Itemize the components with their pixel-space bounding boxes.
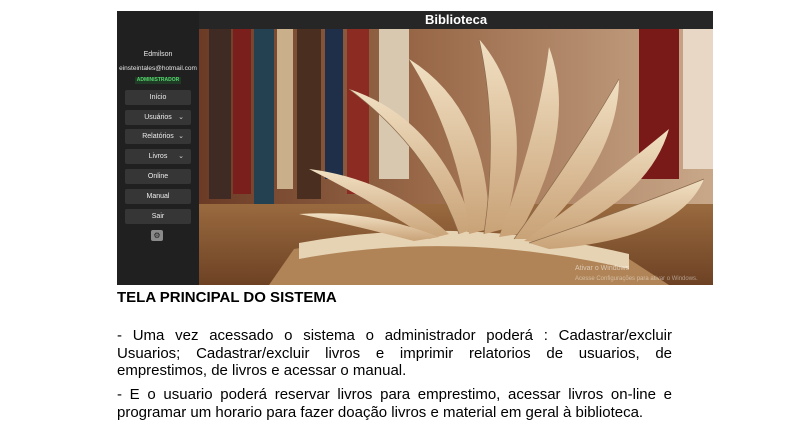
document-paragraph-user: - E o usuario poderá reservar livros par… xyxy=(117,386,672,421)
sidebar: Edmilson einsteintales@hotmail.com ADMIN… xyxy=(117,11,199,285)
chevron-down-icon: ⌄ xyxy=(178,153,184,160)
user-email: einsteintales@hotmail.com xyxy=(119,65,197,72)
menu-label: Online xyxy=(147,173,169,180)
menu-sair-button[interactable]: Sair xyxy=(125,209,191,224)
gear-icon[interactable]: ⚙ xyxy=(151,230,163,241)
menu-label: Início xyxy=(149,94,167,101)
menu-inicio-button[interactable]: Início xyxy=(125,90,191,105)
app-screenshot: Edmilson einsteintales@hotmail.com ADMIN… xyxy=(117,11,713,285)
menu-relatorios-button[interactable]: Relatórios ⌄ xyxy=(125,129,191,144)
menu-label: Usuários xyxy=(144,114,172,121)
menu-label: Relatórios xyxy=(142,133,174,140)
user-name: Edmilson xyxy=(143,51,173,58)
menu-label: Sair xyxy=(151,213,165,220)
menu-label: Manual xyxy=(146,193,170,200)
page-title: Biblioteca xyxy=(199,11,713,29)
chevron-down-icon: ⌄ xyxy=(178,133,184,140)
chevron-down-icon: ⌄ xyxy=(178,114,184,121)
book-hero-image xyxy=(199,29,713,285)
menu-usuarios-button[interactable]: Usuários ⌄ xyxy=(125,110,191,125)
role-badge: ADMINISTRADOR xyxy=(135,77,181,84)
activation-watermark-text: Acesse Configurações para ativar o Windo… xyxy=(575,276,698,282)
document-heading: TELA PRINCIPAL DO SISTEMA xyxy=(117,289,337,306)
activation-watermark-title: Ativar o Windows xyxy=(575,265,630,272)
menu-manual-button[interactable]: Manual xyxy=(125,189,191,204)
menu-label: Livros xyxy=(148,153,168,160)
document-paragraph-admin: - Uma vez acessado o sistema o administr… xyxy=(117,327,672,379)
menu-livros-button[interactable]: Livros ⌄ xyxy=(125,149,191,164)
menu-online-button[interactable]: Online xyxy=(125,169,191,184)
